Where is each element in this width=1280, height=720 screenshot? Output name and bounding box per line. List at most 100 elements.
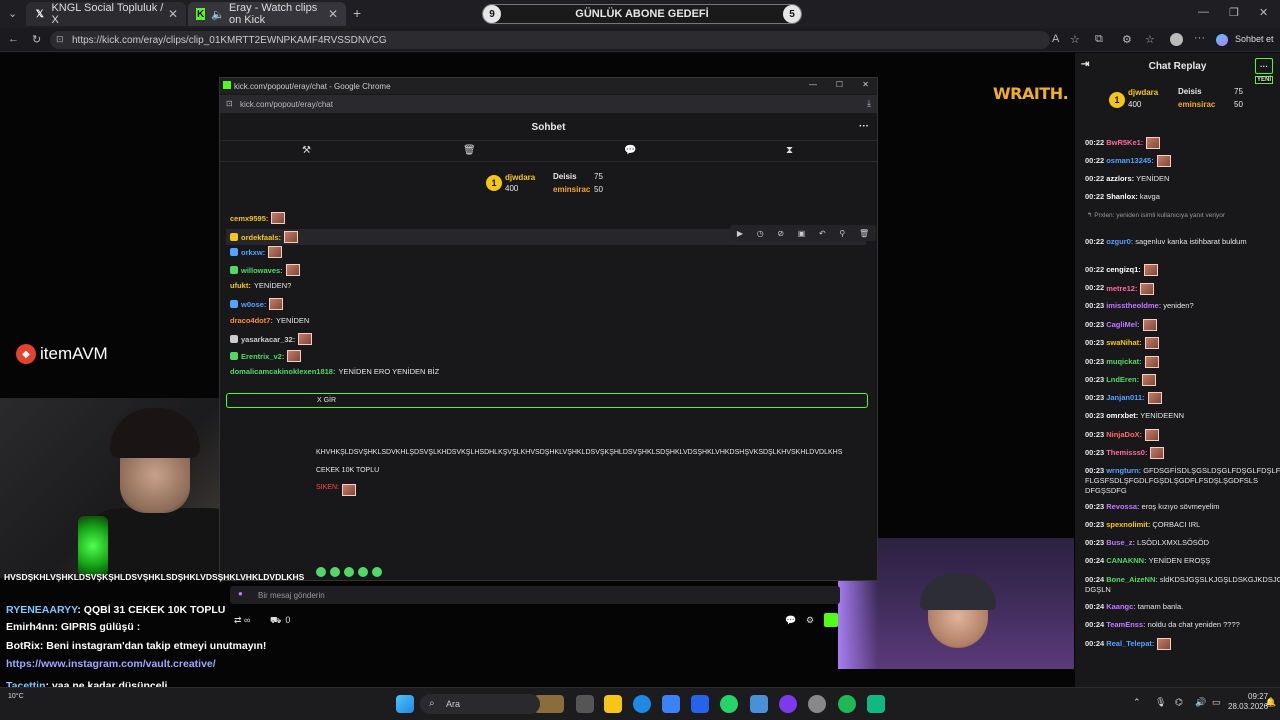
emote-icon[interactable] bbox=[344, 567, 354, 577]
chat-message[interactable]: w0ose: bbox=[230, 298, 284, 310]
replay-message[interactable]: 00:23 LndEren: bbox=[1085, 374, 1273, 386]
replay-message[interactable]: 00:23 Janjan011: bbox=[1085, 392, 1273, 405]
replay-message[interactable]: 00:23 swaNihat: bbox=[1085, 337, 1273, 350]
spotify-icon[interactable] bbox=[838, 695, 856, 713]
replay-message[interactable]: 00:22 osman13245: bbox=[1085, 155, 1273, 168]
speaker-icon[interactable]: 🔈 bbox=[211, 8, 225, 21]
replay-username[interactable]: Real_Telepat: bbox=[1106, 639, 1154, 648]
replay-username[interactable]: imisstheoldme: bbox=[1106, 301, 1161, 310]
chat-bubble-icon[interactable]: 💬 bbox=[624, 145, 636, 156]
chat-message[interactable]: yasarkacar_32: bbox=[230, 333, 313, 345]
replay-username[interactable]: TeamEnss: bbox=[1106, 620, 1145, 629]
download-icon[interactable]: ⤓ bbox=[867, 98, 871, 109]
replay-username[interactable]: osman13245: bbox=[1106, 156, 1154, 165]
replay-message[interactable]: 00:23 spexnolimit: ÇORBACI IRL bbox=[1085, 520, 1273, 530]
replay-message[interactable]: 00:23 Buse_z: LSÖDLXMXLSÖSÖD bbox=[1085, 538, 1273, 548]
edge-icon[interactable] bbox=[633, 695, 651, 713]
undo-icon[interactable]: ↶ bbox=[819, 229, 826, 238]
delete-icon[interactable]: 🗑 bbox=[859, 229, 869, 238]
replay-message[interactable]: 00:24 Bone_AizeNN: sldKDSJGŞSLKJGŞLDSKGJKD… bbox=[1085, 575, 1280, 595]
tray-chevron-icon[interactable]: ⌃ bbox=[1133, 697, 1141, 708]
chat-username[interactable]: yasarkacar_32: bbox=[241, 335, 295, 344]
replay-username[interactable]: Buse_z: bbox=[1106, 538, 1135, 547]
copy-icon[interactable]: ▣ bbox=[798, 229, 806, 238]
url-field[interactable]: ⊡ https://kick.com/eray/clips/clip_01KMR… bbox=[50, 31, 1050, 49]
read-aloud-icon[interactable]: A bbox=[1052, 33, 1059, 45]
replay-username[interactable]: wrngturn: bbox=[1106, 466, 1141, 475]
replay-username[interactable]: spexnolimit: bbox=[1106, 520, 1150, 529]
replay-message[interactable]: 00:22 Shanlox: kavga bbox=[1085, 192, 1273, 202]
discord-icon[interactable] bbox=[779, 695, 797, 713]
app-icon[interactable] bbox=[867, 695, 885, 713]
replay-message[interactable]: 00:24 Kaangc: tamam banla. bbox=[1085, 602, 1273, 612]
chat-message[interactable]: ufukt: YENİDEN? bbox=[230, 281, 291, 290]
replay-message[interactable]: 00:24 CANAKNN: YENİDEN EROŞŞ bbox=[1085, 556, 1273, 566]
replay-message[interactable]: 00:22 cengizq1: bbox=[1085, 264, 1273, 277]
chat-message[interactable]: domalicamcakinoklexen1818: YENİDEN ERO YE… bbox=[230, 367, 439, 376]
windows-start-icon[interactable] bbox=[396, 695, 414, 713]
back-icon[interactable]: ← bbox=[8, 33, 19, 45]
task-view-icon[interactable] bbox=[576, 695, 594, 713]
chat-username[interactable]: orkxw: bbox=[241, 248, 265, 257]
chat-username[interactable]: willowaves: bbox=[241, 266, 283, 275]
slash-icon[interactable]: ⊘ bbox=[777, 229, 784, 238]
volume-icon[interactable]: 🔊 bbox=[1195, 697, 1206, 708]
send-button[interactable] bbox=[824, 613, 838, 627]
replay-username[interactable]: swaNihat: bbox=[1106, 338, 1141, 347]
chat-username[interactable]: draco4dot7: bbox=[230, 316, 273, 325]
tab-x[interactable]: 𝕏 KNGL Social Topluluk / X ✕ bbox=[26, 2, 186, 26]
timeout-icon[interactable]: ◷ bbox=[757, 229, 764, 238]
new-tab-icon[interactable]: + bbox=[353, 5, 361, 21]
collapse-icon[interactable]: ⇥ bbox=[1081, 59, 1089, 70]
extensions-icon[interactable]: ⧉ bbox=[1095, 33, 1103, 46]
hammer-icon[interactable]: ⚒ bbox=[302, 145, 311, 156]
replay-username[interactable]: CANAKNN: bbox=[1106, 556, 1146, 565]
replay-username[interactable]: NinjaDoX: bbox=[1106, 430, 1142, 439]
file-explorer-icon[interactable] bbox=[604, 695, 622, 713]
replay-username[interactable]: Janjan011: bbox=[1106, 393, 1144, 402]
chat-message[interactable]: willowaves: bbox=[230, 264, 300, 276]
chat-message[interactable]: Erentrix_v2: bbox=[230, 350, 302, 362]
replay-username[interactable]: BwR5Ke1: bbox=[1106, 138, 1143, 147]
replay-username[interactable]: ozgur0: bbox=[1106, 237, 1133, 246]
chrome-icon[interactable] bbox=[808, 695, 826, 713]
more-menu-icon[interactable]: ··· bbox=[1194, 32, 1205, 44]
replay-message[interactable]: 00:22 ozgur0: sagenluv kanka istihbarat bu… bbox=[1085, 237, 1273, 247]
close-window-icon[interactable]: ✕ bbox=[1259, 6, 1268, 19]
replay-username[interactable]: metre12: bbox=[1106, 283, 1137, 292]
network-icon[interactable]: ⌬ bbox=[1175, 697, 1183, 708]
replay-username[interactable]: LndEren: bbox=[1106, 375, 1139, 384]
site-info-icon[interactable]: ⊡ bbox=[226, 99, 233, 108]
chat-username[interactable]: cemx9595: bbox=[230, 214, 268, 223]
replay-message[interactable]: 00:24 TeamEnss: noldu da chat yeniden ???? bbox=[1085, 620, 1273, 630]
trash-icon[interactable]: 🗑 bbox=[463, 145, 476, 156]
whatsapp-icon[interactable] bbox=[720, 695, 738, 713]
highlighted-input[interactable]: X GİR bbox=[226, 393, 868, 408]
tab-list-icon[interactable]: ⌄ bbox=[8, 7, 17, 20]
copilot-label[interactable]: Sohbet et bbox=[1235, 34, 1274, 44]
system-clock[interactable]: 09:27 28.03.2026 bbox=[1228, 692, 1268, 712]
close-window-icon[interactable]: ✕ bbox=[862, 80, 869, 89]
site-info-icon[interactable]: ⊡ bbox=[56, 34, 64, 45]
minimize-icon[interactable]: — bbox=[1198, 6, 1209, 18]
emote-icon[interactable] bbox=[372, 567, 382, 577]
favorite-star-icon[interactable]: ☆ bbox=[1070, 33, 1080, 46]
app-icon[interactable] bbox=[750, 695, 768, 713]
replay-username[interactable]: cengizq1: bbox=[1106, 265, 1141, 274]
replay-username[interactable]: omrxbet: bbox=[1106, 411, 1138, 420]
replay-username[interactable]: CagliMel: bbox=[1106, 320, 1139, 329]
replay-message[interactable]: ↰ Prxlen: yeniden isimli kullanıcıya yan… bbox=[1085, 210, 1273, 221]
restore-icon[interactable]: ❐ bbox=[1229, 6, 1239, 19]
chat-options-icon[interactable]: ··· bbox=[859, 121, 869, 132]
weather-widget[interactable]: 10°C bbox=[8, 693, 24, 700]
emote-picker-icon[interactable]: 💬 bbox=[785, 615, 796, 626]
replay-username[interactable]: Shanlox: bbox=[1106, 192, 1138, 201]
emote-icon[interactable] bbox=[358, 567, 368, 577]
close-tab-icon[interactable]: ✕ bbox=[328, 7, 338, 21]
replay-message[interactable]: 00:23 NinjaDoX: bbox=[1085, 428, 1273, 441]
replay-username[interactable]: muqickat: bbox=[1106, 357, 1141, 366]
mic-icon[interactable]: 🎙 bbox=[1155, 697, 1166, 708]
chat-message[interactable]: orkxw: bbox=[230, 246, 283, 258]
chat-username[interactable]: Erentrix_v2: bbox=[241, 352, 284, 361]
replay-username[interactable]: Kaangc: bbox=[1106, 602, 1136, 611]
